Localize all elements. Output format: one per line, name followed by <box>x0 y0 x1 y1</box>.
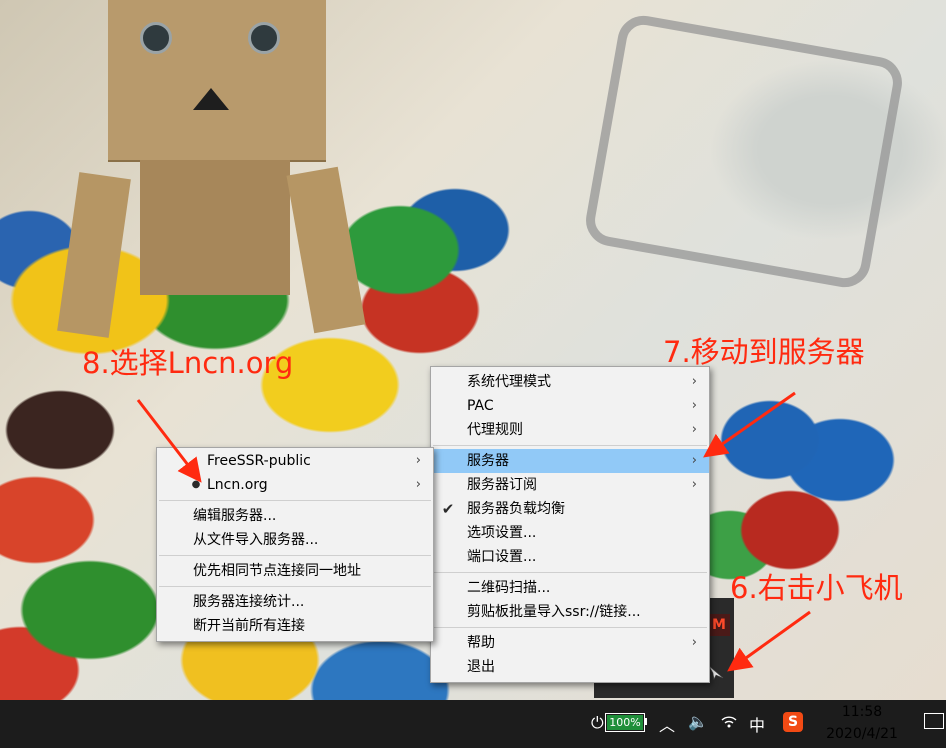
battery-text: 100% <box>609 716 641 729</box>
taskbar <box>0 700 946 748</box>
battery-tip <box>644 718 647 725</box>
ime-indicator[interactable]: 中 <box>749 712 765 736</box>
volume-icon[interactable]: 🔈 <box>688 712 708 731</box>
wifi-icon[interactable] <box>720 712 738 734</box>
annotation-arrows <box>136 391 811 672</box>
arrow-to-lncn <box>136 399 202 483</box>
sogou-icon[interactable]: S <box>783 712 803 732</box>
battery-indicator[interactable]: 100% <box>605 713 645 732</box>
arrow-to-servers <box>703 391 796 458</box>
notification-icon[interactable] <box>924 713 944 729</box>
chevron-up-icon[interactable]: ︿ <box>659 712 675 736</box>
arrow-to-plane <box>727 610 811 672</box>
power-plug-icon: ⏻ <box>591 713 604 732</box>
clock-date[interactable]: 2020/4/21 <box>820 724 904 744</box>
clock-time[interactable]: 11:58 <box>820 703 904 721</box>
